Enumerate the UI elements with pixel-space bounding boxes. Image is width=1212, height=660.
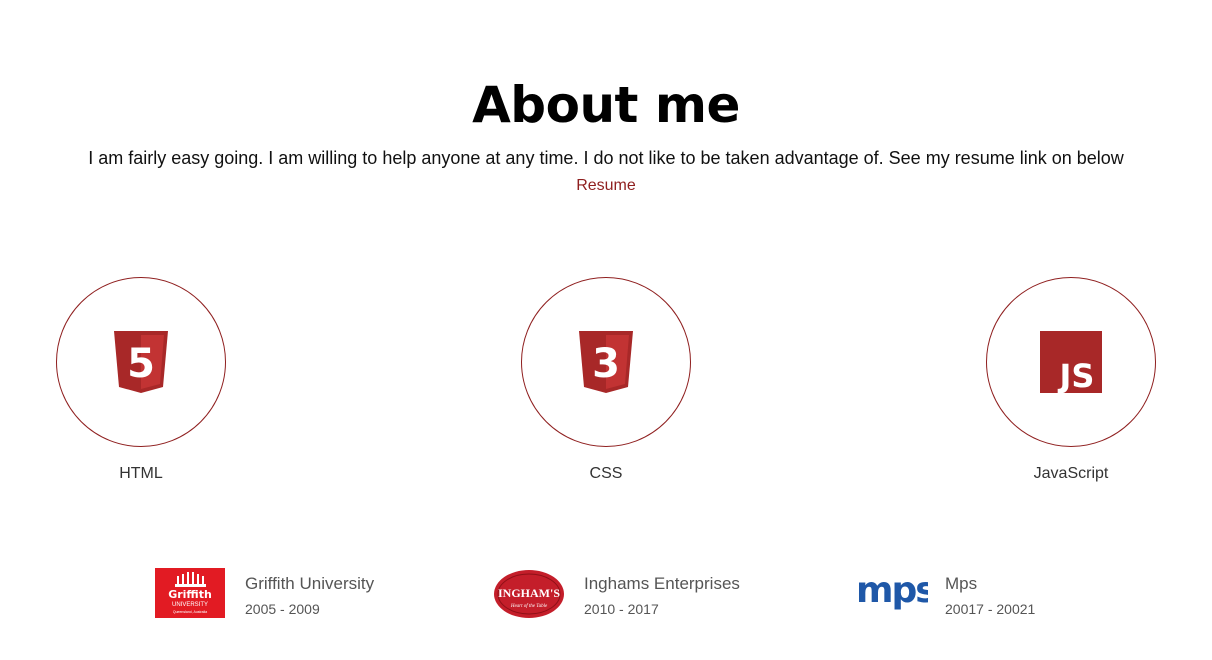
skill-circle: 5 bbox=[56, 277, 226, 447]
intro-text: I am fairly easy going. I am willing to … bbox=[88, 148, 1124, 168]
mps-logo-text: mps bbox=[856, 570, 928, 611]
experience-years: 2010 - 2017 bbox=[584, 601, 659, 617]
griffith-university-logo: Griffith UNIVERSITY Queensland, Australi… bbox=[155, 568, 225, 618]
skill-label: CSS bbox=[589, 465, 623, 482]
experience-name: Mps bbox=[945, 574, 978, 593]
experience-name: Griffith University bbox=[245, 574, 375, 593]
griffith-logo-subtext: UNIVERSITY bbox=[172, 602, 208, 608]
experience-years: 20017 - 20021 bbox=[945, 601, 1036, 617]
skill-css: 3 CSS bbox=[521, 277, 691, 483]
css3-badge-text: 3 bbox=[592, 341, 620, 387]
css3-icon: 3 bbox=[579, 331, 633, 393]
griffith-logo-location: Queensland, Australia bbox=[173, 610, 207, 614]
html5-badge-text: 5 bbox=[127, 341, 155, 387]
inghams-logo-tagline: Heart of the Table bbox=[510, 604, 548, 609]
skill-circle: 3 bbox=[521, 277, 691, 447]
inghams-logo-text: INGHAM'S bbox=[498, 586, 560, 600]
skill-label: JavaScript bbox=[1033, 465, 1109, 482]
experience-name: Inghams Enterprises bbox=[584, 574, 740, 593]
skill-html: 5 HTML bbox=[56, 277, 226, 483]
resume-link[interactable]: Resume bbox=[0, 177, 1212, 195]
skill-label: HTML bbox=[119, 465, 163, 482]
skill-circle: JS bbox=[986, 277, 1156, 447]
mps-logo: mps bbox=[856, 570, 928, 611]
javascript-icon: JS bbox=[1040, 331, 1102, 393]
griffith-logo-text: Griffith bbox=[168, 588, 212, 601]
javascript-badge-text: JS bbox=[1058, 357, 1095, 393]
experience-years: 2005 - 2009 bbox=[245, 601, 320, 617]
inghams-logo: INGHAM'S Heart of the Table bbox=[494, 570, 564, 618]
page-title: About me bbox=[472, 76, 740, 134]
skill-javascript: JS JavaScript bbox=[986, 277, 1156, 483]
html5-icon: 5 bbox=[114, 331, 168, 393]
